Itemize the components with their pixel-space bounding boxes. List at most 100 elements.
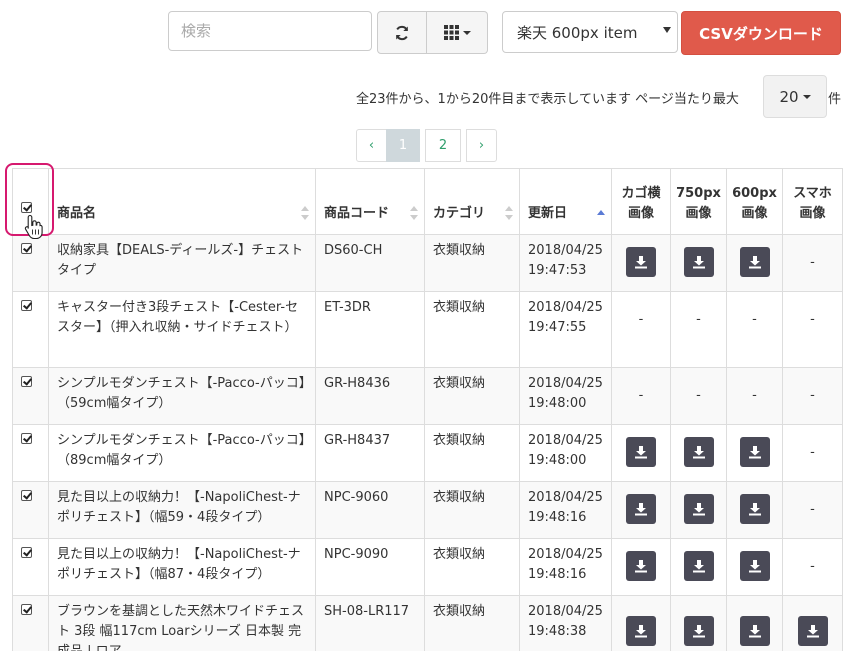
row-checkbox[interactable] xyxy=(21,243,32,254)
download-icon xyxy=(692,446,705,459)
product-code: NPC-9090 xyxy=(315,538,425,596)
smartphone-image-cell xyxy=(782,595,843,651)
header-label: 画像 xyxy=(799,206,826,221)
csv-download-button[interactable]: CSVダウンロード xyxy=(681,11,841,55)
pagination-prev[interactable]: ‹ xyxy=(356,129,387,162)
download-button[interactable] xyxy=(626,247,656,277)
updated-time: 19:47:53 xyxy=(528,263,587,278)
header-label: カゴ横 xyxy=(621,186,661,201)
header-label: カテゴリ xyxy=(433,206,486,221)
table-row: 見た目以上の収納力！【-NapoliChest-ナポリチェスト】（幅59・4段タ… xyxy=(12,481,843,539)
header-product-code[interactable]: 商品コード xyxy=(315,168,425,235)
product-name: 見た目以上の収納力！【-NapoliChest-ナポリチェスト】（幅87・4段タ… xyxy=(48,538,316,596)
download-button[interactable] xyxy=(683,247,714,277)
chevron-down-icon xyxy=(462,30,471,35)
header-label: 画像 xyxy=(741,206,768,221)
row-checkbox[interactable] xyxy=(21,547,32,558)
product-category: 衣類収納 xyxy=(424,481,520,539)
smartphone-image-empty: - xyxy=(782,367,843,425)
header-label: 更新日 xyxy=(528,206,568,221)
600px-image-cell xyxy=(726,538,783,596)
download-button[interactable] xyxy=(739,551,770,581)
updated-at: 2018/04/25 19:48:00 xyxy=(519,424,612,482)
row-checkbox[interactable] xyxy=(21,604,32,615)
750px-image-cell xyxy=(670,538,727,596)
updated-at: 2018/04/25 19:48:38 xyxy=(519,595,612,651)
product-category: 衣類収納 xyxy=(424,367,520,425)
750px-image-cell xyxy=(670,234,727,292)
download-icon xyxy=(692,503,705,516)
header-label: 600px xyxy=(732,186,777,201)
product-category: 衣類収納 xyxy=(424,291,520,368)
row-checkbox-cell xyxy=(12,291,49,368)
updated-at: 2018/04/25 19:48:16 xyxy=(519,538,612,596)
smartphone-image-empty: - xyxy=(782,291,843,368)
sort-icon xyxy=(505,206,513,220)
product-code: ET-3DR xyxy=(315,291,425,368)
750px-image-cell xyxy=(670,481,727,539)
updated-date: 2018/04/25 xyxy=(528,433,603,448)
header-label: 画像 xyxy=(685,206,712,221)
download-button[interactable] xyxy=(626,551,656,581)
pagination-page-2[interactable]: 2 xyxy=(425,129,461,162)
header-600px-image: 600px 画像 xyxy=(726,168,783,235)
search-input[interactable] xyxy=(168,11,372,51)
header-smartphone-image: スマホ 画像 xyxy=(782,168,843,235)
download-icon xyxy=(635,625,647,638)
sort-asc-icon xyxy=(597,206,605,220)
table-header-row: 商品名 商品コード カテゴリ 更新日 カゴ横 画像 750px 画像 600px… xyxy=(12,168,843,235)
table-row: ブラウンを基調とした天然木ワイドチェスト 3段 幅117cm Loarシリーズ … xyxy=(12,595,843,651)
format-select[interactable]: 楽天 600px item xyxy=(502,11,678,53)
product-name: シンプルモダンチェスト【-Pacco-パッコ】（89cm幅タイプ） xyxy=(48,424,316,482)
download-button[interactable] xyxy=(626,437,656,467)
download-button[interactable] xyxy=(626,494,656,524)
download-icon xyxy=(692,625,705,638)
pagination-page-1[interactable]: 1 xyxy=(386,129,420,162)
product-category: 衣類収納 xyxy=(424,595,520,651)
download-button[interactable] xyxy=(683,551,714,581)
updated-time: 19:48:38 xyxy=(528,624,587,639)
product-category: 衣類収納 xyxy=(424,424,520,482)
columns-toggle-button[interactable] xyxy=(427,11,488,54)
refresh-button[interactable] xyxy=(377,11,427,54)
smartphone-image-empty: - xyxy=(782,538,843,596)
header-product-name[interactable]: 商品名 xyxy=(48,168,316,235)
updated-time: 19:48:00 xyxy=(528,396,587,411)
row-checkbox[interactable] xyxy=(21,376,32,387)
pagination-next[interactable]: › xyxy=(466,129,497,162)
header-label: 商品名 xyxy=(57,206,97,221)
chevron-down-icon xyxy=(663,27,671,33)
download-icon xyxy=(748,503,761,516)
download-button[interactable] xyxy=(797,616,828,646)
pagination-info: 全23件から、1から20件目まで表示しています ページ当たり最大 xyxy=(356,92,739,107)
download-button[interactable] xyxy=(739,247,770,277)
download-button[interactable] xyxy=(626,616,656,646)
download-button[interactable] xyxy=(683,494,714,524)
download-icon xyxy=(748,256,761,269)
page-size-unit: 件 xyxy=(828,92,842,107)
download-button[interactable] xyxy=(739,437,770,467)
row-checkbox-cell xyxy=(12,367,49,425)
hand-cursor-icon xyxy=(24,214,43,240)
download-button[interactable] xyxy=(683,616,714,646)
page-size-dropdown[interactable]: 20 xyxy=(763,75,827,118)
updated-date: 2018/04/25 xyxy=(528,243,603,258)
table-row: 見た目以上の収納力！【-NapoliChest-ナポリチェスト】（幅87・4段タ… xyxy=(12,538,843,596)
row-checkbox[interactable] xyxy=(21,490,32,501)
header-updated[interactable]: 更新日 xyxy=(519,168,612,235)
row-checkbox-cell xyxy=(12,538,49,596)
format-select-value: 楽天 600px item xyxy=(517,23,638,42)
updated-time: 19:48:00 xyxy=(528,453,587,468)
row-checkbox-cell xyxy=(12,595,49,651)
page-size-value: 20 xyxy=(779,87,799,106)
download-icon xyxy=(748,560,761,573)
download-icon xyxy=(692,560,705,573)
header-category[interactable]: カテゴリ xyxy=(424,168,520,235)
kago-image-empty: - xyxy=(611,291,671,368)
download-button[interactable] xyxy=(739,616,770,646)
row-checkbox[interactable] xyxy=(21,433,32,444)
refresh-icon xyxy=(396,25,408,40)
download-button[interactable] xyxy=(739,494,770,524)
row-checkbox[interactable] xyxy=(21,300,32,311)
download-button[interactable] xyxy=(683,437,714,467)
